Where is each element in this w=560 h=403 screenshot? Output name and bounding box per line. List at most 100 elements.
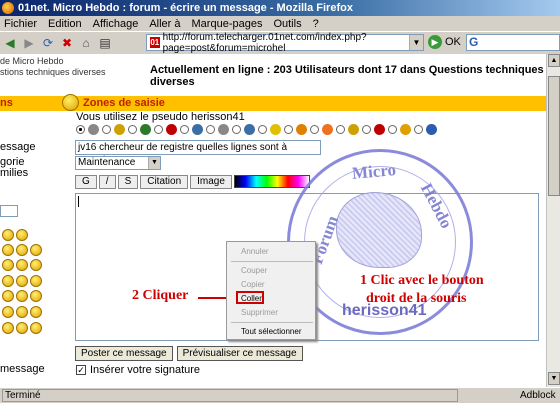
reload-icon[interactable]: ⟳ (40, 35, 56, 51)
coller-highlight (236, 291, 264, 304)
scroll-up-icon[interactable]: ▲ (548, 54, 560, 67)
smiley-icon[interactable] (2, 244, 14, 256)
radio-button[interactable] (362, 125, 371, 134)
radio-button[interactable] (258, 125, 267, 134)
menu-fichier[interactable]: Fichier (4, 18, 37, 30)
radio-button[interactable] (336, 125, 345, 134)
vertical-scrollbar[interactable]: ▲ ▼ (546, 54, 560, 387)
smiley-icon[interactable] (16, 259, 28, 271)
radio-button[interactable] (388, 125, 397, 134)
smilies-select[interactable] (0, 205, 18, 217)
radio-button[interactable] (102, 125, 111, 134)
message-icon-option[interactable] (414, 124, 437, 135)
message-icon-option[interactable] (362, 124, 385, 135)
go-button[interactable]: ▶ OK (428, 35, 461, 49)
message-icon-option[interactable] (206, 124, 229, 135)
radio-button[interactable] (180, 125, 189, 134)
subject-input[interactable]: jv16 chercheur de registre quelles ligne… (75, 140, 321, 166)
image-button[interactable]: Image (190, 175, 232, 189)
scroll-down-icon[interactable]: ▼ (548, 372, 560, 385)
smiley-icon[interactable] (16, 290, 28, 302)
message-icon-option[interactable] (232, 124, 255, 135)
print-icon[interactable]: ▤ (97, 35, 113, 51)
radio-button[interactable] (310, 125, 319, 134)
underline-button[interactable]: S (117, 175, 139, 189)
menu-outils[interactable]: Outils (273, 18, 301, 30)
forward-icon[interactable]: ▶ (21, 35, 37, 51)
home-icon[interactable]: ⌂ (78, 35, 94, 51)
message-icon-option[interactable] (336, 124, 359, 135)
post-button[interactable]: Poster ce message (75, 346, 173, 361)
message-icon (192, 124, 203, 135)
radio-button[interactable] (284, 125, 293, 134)
message-icon (218, 124, 229, 135)
radio-button[interactable] (154, 125, 163, 134)
message-icon-option[interactable] (284, 124, 307, 135)
menu-aller[interactable]: Aller à (149, 18, 180, 30)
menu-aide[interactable]: ? (313, 18, 319, 30)
message-icon-option[interactable] (310, 124, 333, 135)
menu-marque-pages[interactable]: Marque-pages (192, 18, 263, 30)
context-annuler[interactable]: Annuler (241, 247, 269, 256)
message-icon (88, 124, 99, 135)
smiley-icon[interactable] (16, 275, 28, 287)
smiley-icon[interactable] (30, 244, 42, 256)
radio-button[interactable] (232, 125, 241, 134)
breadcrumb-line-2[interactable]: stions techniques diverses (0, 67, 106, 78)
smiley-icon[interactable] (2, 322, 14, 334)
message-icon-option[interactable] (258, 124, 281, 135)
breadcrumb-line-1[interactable]: de Micro Hebdo (0, 56, 106, 67)
message-icon-option[interactable] (388, 124, 411, 135)
radio-button[interactable] (128, 125, 137, 134)
radio-button[interactable] (76, 125, 85, 134)
smiley-icon[interactable] (2, 229, 14, 241)
smiley-icon[interactable] (30, 259, 42, 271)
context-supprimer[interactable]: Supprimer (241, 308, 278, 317)
stop-icon[interactable]: ✖ (59, 35, 75, 51)
smiley-icon[interactable] (30, 290, 42, 302)
preview-button[interactable]: Prévisualiser ce message (176, 346, 303, 361)
url-dropdown-icon[interactable]: ▼ (409, 35, 423, 50)
category-select[interactable]: Maintenance ▼ (75, 156, 161, 170)
smiley-icon[interactable] (30, 275, 42, 287)
context-separator (231, 261, 313, 262)
firefox-icon (2, 2, 14, 14)
search-input[interactable]: G (466, 34, 560, 51)
menu-edition[interactable]: Edition (48, 18, 82, 30)
quote-button[interactable]: Citation (140, 175, 189, 189)
message-icon-selector (76, 124, 440, 135)
smiley-icon[interactable] (30, 306, 42, 318)
context-copier[interactable]: Copier (241, 280, 265, 289)
smiley-icon[interactable] (2, 275, 14, 287)
italic-button[interactable]: / (98, 175, 116, 189)
smiley-icon[interactable] (16, 244, 28, 256)
smiley-icon[interactable] (2, 290, 14, 302)
smiley-icon[interactable] (16, 306, 28, 318)
message-icon-option[interactable] (76, 124, 99, 135)
signature-checkbox[interactable]: ✓ (76, 365, 86, 375)
smiley-icon[interactable] (30, 322, 42, 334)
context-tout-selectionner[interactable]: Tout sélectionner (241, 327, 301, 336)
smiley-icon[interactable] (16, 322, 28, 334)
radio-button[interactable] (414, 125, 423, 134)
annotation-step2: 2 Cliquer (132, 288, 189, 303)
smiley-icon[interactable] (2, 259, 14, 271)
message-icon-option[interactable] (180, 124, 203, 135)
message-icon-option[interactable] (154, 124, 177, 135)
chevron-down-icon: ▼ (148, 157, 160, 169)
page-content: de Micro Hebdo stions techniques diverse… (0, 54, 546, 387)
back-icon[interactable]: ◀ (2, 35, 18, 51)
context-couper[interactable]: Couper (241, 266, 267, 275)
message-icon-option[interactable] (128, 124, 151, 135)
color-picker[interactable] (233, 175, 310, 188)
bold-button[interactable]: G (75, 175, 97, 189)
smiley-icon[interactable] (16, 229, 28, 241)
smiley-icon[interactable] (2, 306, 14, 318)
url-bar[interactable]: 01 http://forum.telecharger.01net.com/in… (146, 32, 424, 54)
message-icon-option[interactable] (102, 124, 125, 135)
message-icon (426, 124, 437, 135)
adblock-label[interactable]: Adblock (520, 390, 556, 401)
menu-affichage[interactable]: Affichage (93, 18, 139, 30)
radio-button[interactable] (206, 125, 215, 134)
scroll-thumb[interactable] (548, 76, 560, 196)
